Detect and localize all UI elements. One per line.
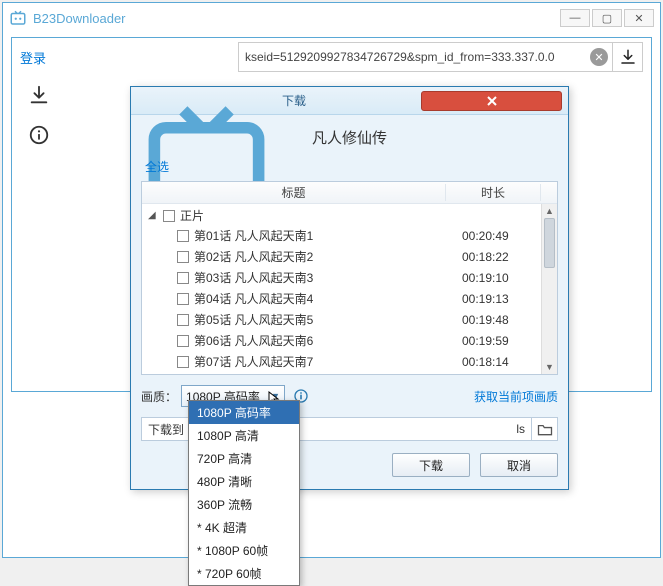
episode-title: 第07话 凡人风起天南7 <box>194 353 462 370</box>
quality-option[interactable]: 720P 高清 <box>189 447 299 470</box>
maximize-button[interactable]: ▢ <box>592 9 622 27</box>
checkbox[interactable] <box>177 293 189 305</box>
episode-row[interactable]: 第05话 凡人风起天南500:19:48 <box>142 309 557 330</box>
checkbox[interactable] <box>177 335 189 347</box>
episode-list: 标题 时长 ◢ 正片 第01话 凡人风起天南100:20:49第02话 凡人风起… <box>141 181 558 375</box>
scroll-up-icon[interactable]: ▲ <box>542 204 557 218</box>
quality-option[interactable]: 1080P 高码率 <box>189 401 299 424</box>
fetch-quality-link[interactable]: 获取当前项画质 <box>474 388 558 405</box>
episode-title: 第03话 凡人风起天南3 <box>194 269 462 286</box>
dialog-close-button[interactable] <box>421 91 562 111</box>
app-title: B23Downloader <box>33 11 560 26</box>
episode-row[interactable]: 第07话 凡人风起天南700:18:14 <box>142 351 557 372</box>
browse-folder-button[interactable] <box>532 417 558 441</box>
tree-root-item[interactable]: ◢ 正片 <box>142 206 557 225</box>
quality-option[interactable]: 480P 清晰 <box>189 470 299 493</box>
side-icons <box>26 82 52 148</box>
expand-arrow-icon[interactable]: ◢ <box>148 210 158 221</box>
close-button[interactable]: ✕ <box>624 9 654 27</box>
download-button[interactable]: 下载 <box>392 453 470 477</box>
cancel-button[interactable]: 取消 <box>480 453 558 477</box>
episode-title: 第06话 凡人风起天南6 <box>194 332 462 349</box>
quality-option[interactable]: * 4K 超清 <box>189 516 299 539</box>
checkbox[interactable] <box>177 230 189 242</box>
quality-option[interactable]: 360P 流畅 <box>189 493 299 516</box>
header-duration-col[interactable]: 时长 <box>446 184 541 201</box>
folder-label: 正片 <box>180 207 204 224</box>
checkbox[interactable] <box>177 356 189 368</box>
quality-option[interactable]: * 720P 60帧 <box>189 562 299 585</box>
checkbox[interactable] <box>163 210 175 222</box>
url-input[interactable] <box>239 50 586 64</box>
path-label: 下载到 <box>148 421 184 438</box>
dialog-logo-icon <box>137 93 276 109</box>
episode-row[interactable]: 第08话 凡人风起天南800:19:17 <box>142 372 557 374</box>
checkbox[interactable] <box>177 251 189 263</box>
vertical-scrollbar[interactable]: ▲ ▼ <box>541 204 557 374</box>
episode-title: 第05话 凡人风起天南5 <box>194 311 462 328</box>
dialog-title: 下载 <box>282 92 421 109</box>
download-action-icon[interactable] <box>612 43 642 71</box>
episode-row[interactable]: 第06话 凡人风起天南600:19:59 <box>142 330 557 351</box>
scroll-thumb[interactable] <box>544 218 555 268</box>
episode-row[interactable]: 第04话 凡人风起天南400:19:13 <box>142 288 557 309</box>
scroll-down-icon[interactable]: ▼ <box>542 360 557 374</box>
quality-option[interactable]: * 1080P 60帧 <box>189 539 299 562</box>
dialog-titlebar[interactable]: 下载 <box>131 87 568 115</box>
episode-title: 第04话 凡人风起天南4 <box>194 290 462 307</box>
url-input-wrap: ✕ <box>238 42 643 72</box>
app-logo-icon <box>9 9 27 27</box>
episode-title: 第01话 凡人风起天南1 <box>194 227 462 244</box>
episode-row[interactable]: 第01话 凡人风起天南100:20:49 <box>142 225 557 246</box>
downloads-icon[interactable] <box>26 82 52 108</box>
list-rows: ◢ 正片 第01话 凡人风起天南100:20:49第02话 凡人风起天南200:… <box>142 204 557 374</box>
info-icon[interactable] <box>26 122 52 148</box>
episode-row[interactable]: 第03话 凡人风起天南300:19:10 <box>142 267 557 288</box>
checkbox[interactable] <box>177 272 189 284</box>
clear-icon[interactable]: ✕ <box>590 48 608 66</box>
minimize-button[interactable]: — <box>560 9 590 27</box>
checkbox[interactable] <box>177 314 189 326</box>
login-link[interactable]: 登录 <box>20 48 46 67</box>
quality-option[interactable]: 1080P 高清 <box>189 424 299 447</box>
select-all-link[interactable]: 全选 <box>145 158 169 175</box>
episode-row[interactable]: 第02话 凡人风起天南200:18:22 <box>142 246 557 267</box>
list-header: 标题 时长 <box>142 182 557 204</box>
quality-dropdown: 1080P 高码率1080P 高清720P 高清480P 清晰360P 流畅* … <box>188 400 300 586</box>
episode-title: 第02话 凡人风起天南2 <box>194 248 462 265</box>
titlebar[interactable]: B23Downloader — ▢ ✕ <box>3 3 660 33</box>
header-title-col[interactable]: 标题 <box>142 184 446 201</box>
window-controls: — ▢ ✕ <box>560 9 654 27</box>
quality-label: 画质： <box>141 388 177 405</box>
path-suffix: ls <box>516 422 525 436</box>
